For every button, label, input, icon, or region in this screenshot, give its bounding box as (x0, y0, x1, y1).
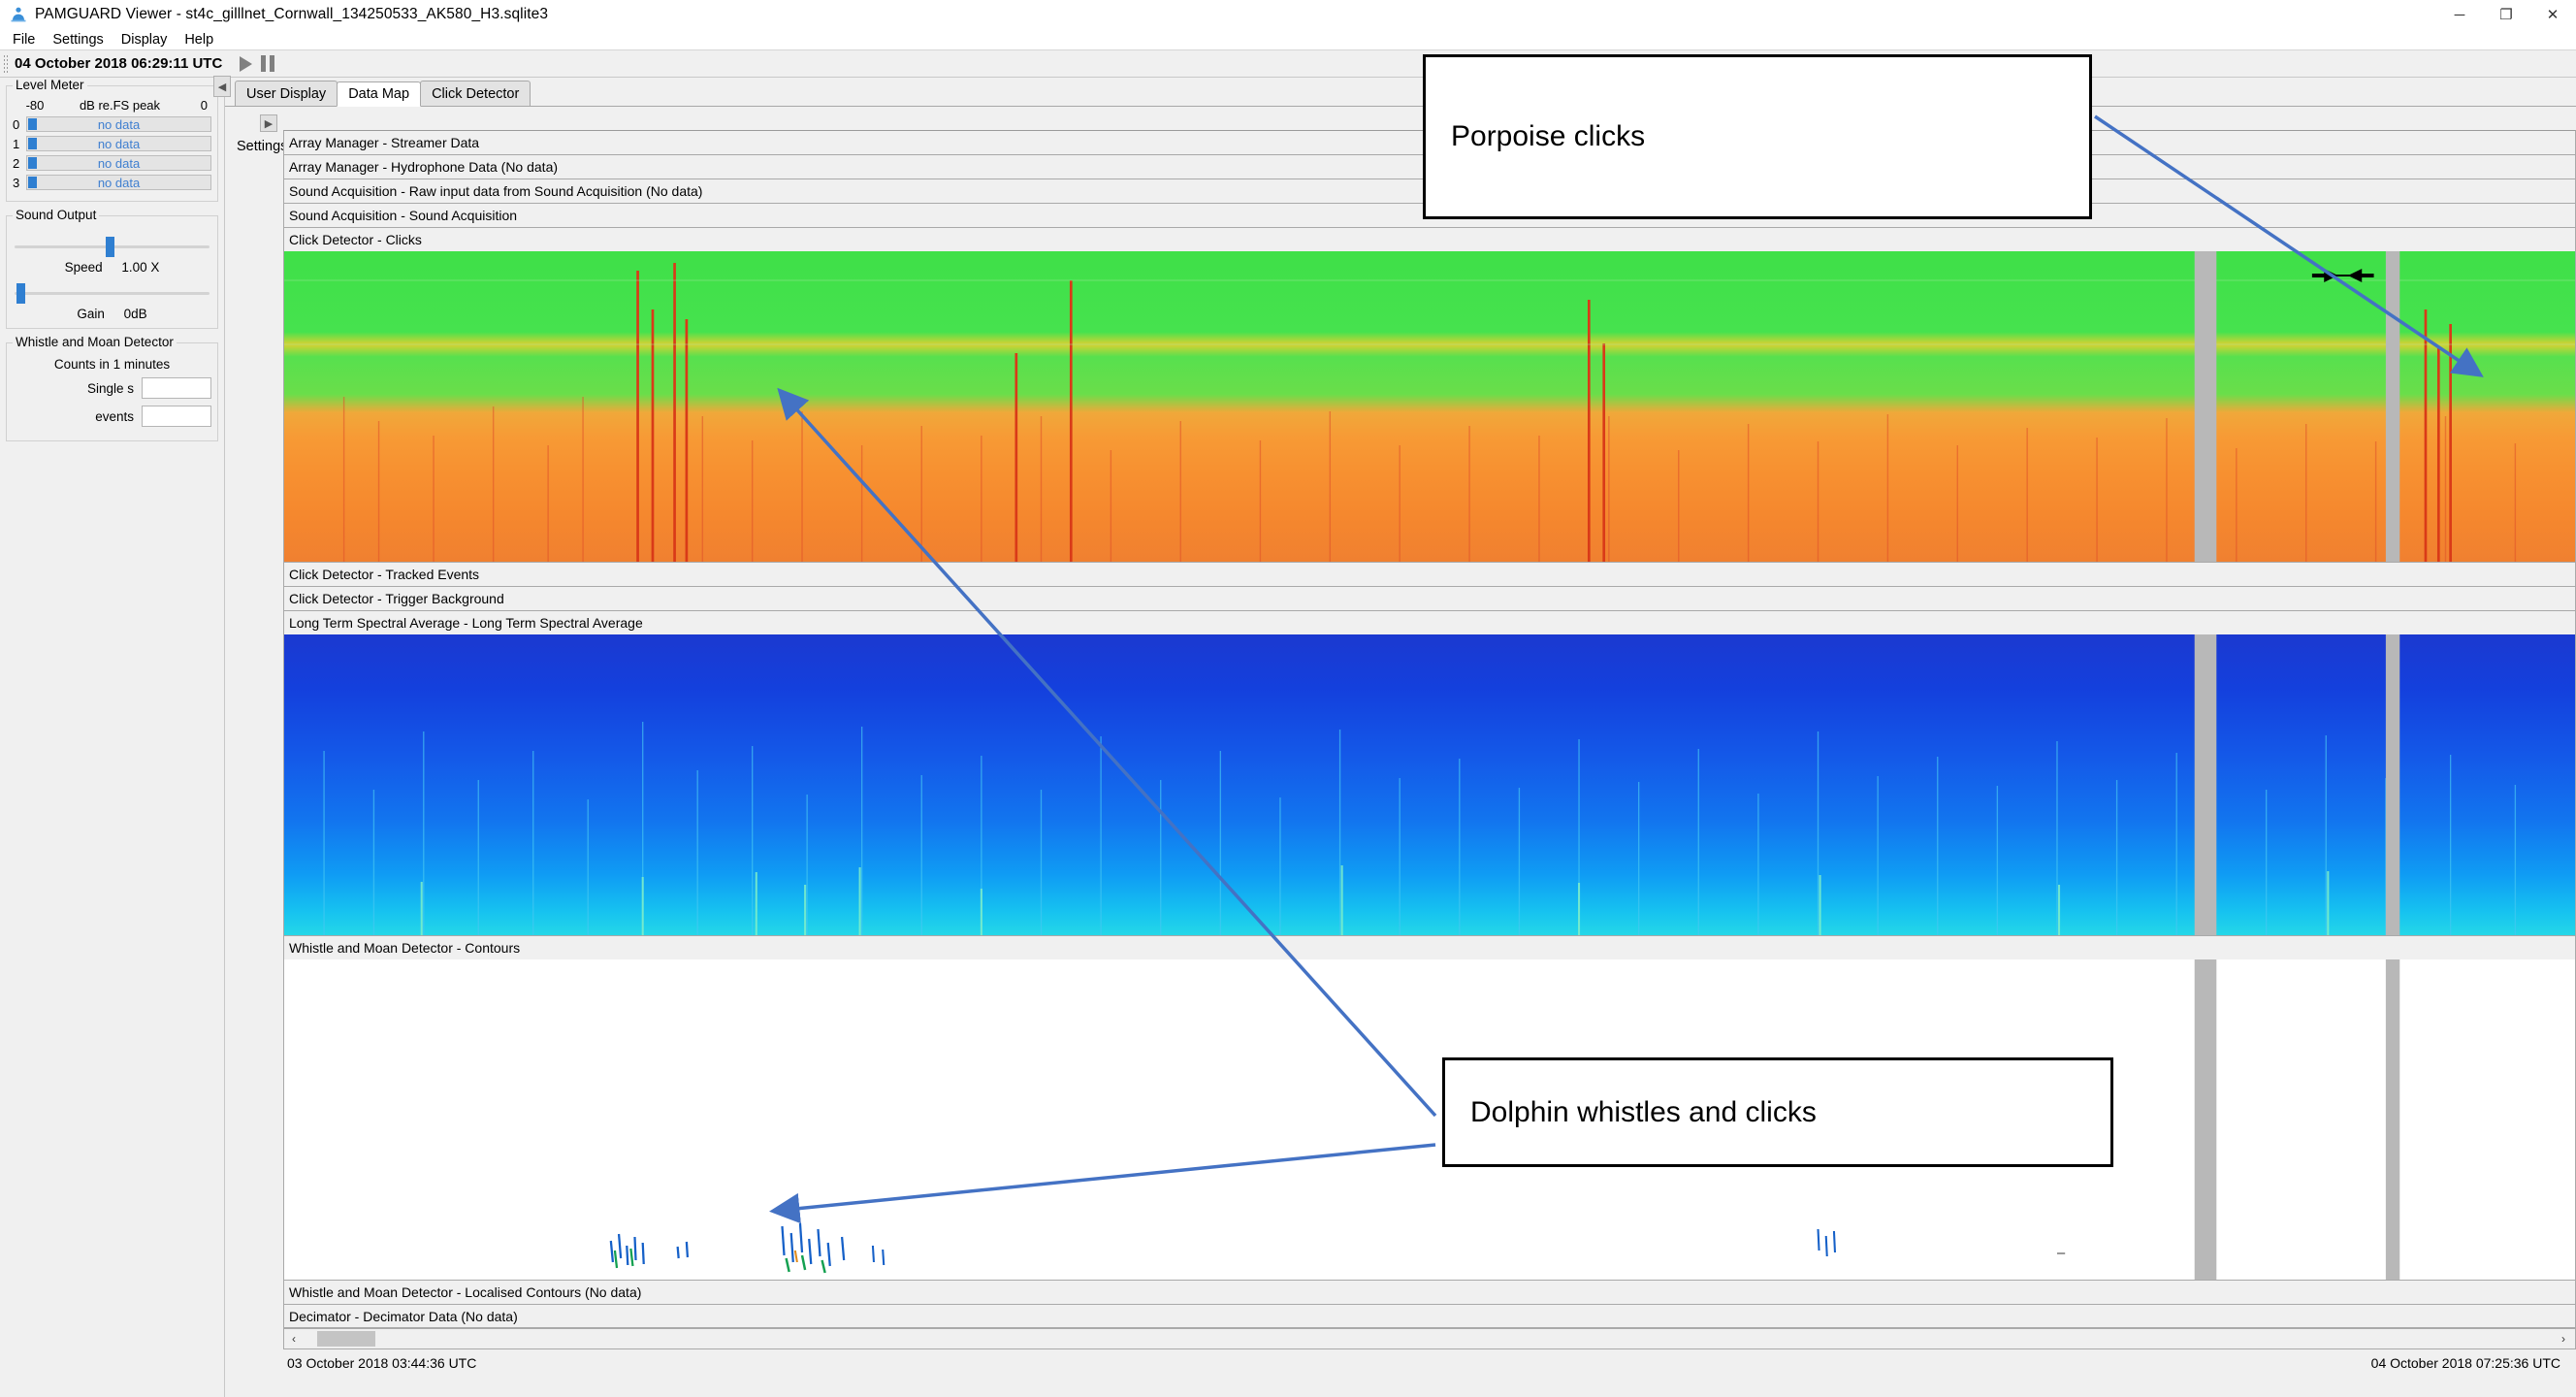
close-button[interactable]: ✕ (2529, 0, 2576, 29)
gain-slider[interactable] (15, 280, 209, 306)
speed-row: Speed 1.00 X (13, 260, 211, 275)
time-end-label: 04 October 2018 07:25:36 UTC (2370, 1355, 2560, 1371)
left-sidebar: Level Meter -80 dB re.FS peak 0 0 no dat… (0, 78, 225, 1397)
toolbar-grip[interactable] (3, 53, 9, 74)
events-label: events (95, 408, 134, 424)
menu-settings[interactable]: Settings (44, 29, 112, 50)
channel-level-bar[interactable]: no data (26, 175, 211, 190)
datamap-row-trigger-background[interactable]: Click Detector - Trigger Background (283, 586, 2576, 610)
datamap-row-localised-contours[interactable]: Whistle and Moan Detector - Localised Co… (283, 1280, 2576, 1304)
main-area: Level Meter -80 dB re.FS peak 0 0 no dat… (0, 76, 2576, 1397)
time-range-strip: 03 October 2018 03:44:36 UTC 04 October … (283, 1349, 2576, 1377)
tab-click-detector[interactable]: Click Detector (420, 81, 531, 106)
channel-index: 3 (13, 175, 20, 190)
chevron-right-icon[interactable]: ▶ (260, 114, 277, 132)
callout-dolphin-text: Dolphin whistles and clicks (1470, 1095, 1817, 1128)
datamap-row-tracked-events[interactable]: Click Detector - Tracked Events (283, 562, 2576, 586)
level-meter-row: 1 no data (13, 136, 211, 151)
callout-porpoise-clicks: Porpoise clicks (1423, 54, 2092, 219)
data-map-rows: Array Manager - Streamer Data Array Mana… (283, 130, 2576, 1397)
gain-slider-thumb[interactable] (16, 283, 25, 304)
menu-file[interactable]: File (4, 29, 44, 50)
tab-user-display[interactable]: User Display (235, 81, 338, 106)
datamap-row-decimator[interactable]: Decimator - Decimator Data (No data) (283, 1304, 2576, 1328)
ltsa-spectrogram[interactable]: kHz 100 0 (283, 634, 2576, 935)
gain-slider-track (15, 292, 209, 295)
contours-panel[interactable]: kHz 40 20 0 (283, 959, 2576, 1280)
clicks-spectrogram[interactable]: kHz 100 0 (283, 251, 2576, 562)
clicks-spectrogram-canvas (284, 251, 2575, 562)
level-meter-max: 0 (200, 98, 208, 113)
level-meter-row: 0 no data (13, 116, 211, 132)
counts-label: Counts in 1 minutes (53, 357, 171, 372)
gain-row: Gain 0dB (13, 307, 211, 321)
speed-label: Speed (64, 260, 103, 275)
scroll-left-arrow[interactable]: ‹ (284, 1332, 304, 1346)
settings-label: Settings (237, 139, 288, 154)
channel-status-text: no data (97, 155, 141, 171)
level-meter-unit: dB re.FS peak (79, 98, 161, 113)
maximize-button[interactable]: ❐ (2483, 0, 2529, 29)
ltsa-spectrogram-canvas (284, 634, 2575, 935)
channel-status-text: no data (97, 175, 141, 190)
sound-output-panel: Sound Output Speed 1.00 X Gain 0dB (6, 208, 218, 329)
tab-bar: ◀ User Display Data Map Click Detector (213, 76, 2576, 107)
single-sounds-row: Single s (13, 377, 211, 399)
pause-icon[interactable] (261, 55, 275, 72)
level-meter-title: Level Meter (13, 78, 87, 92)
level-meter-panel: Level Meter -80 dB re.FS peak 0 0 no dat… (6, 78, 218, 202)
datamap-row-clicks[interactable]: Click Detector - Clicks (283, 227, 2576, 251)
speed-slider-thumb[interactable] (106, 237, 115, 257)
pamguard-app-icon (8, 4, 29, 25)
window-title: PAMGUARD Viewer - st4c_gilllnet_Cornwall… (35, 6, 549, 22)
horizontal-scrollbar[interactable]: ‹ › (283, 1328, 2576, 1349)
playback-clock: 04 October 2018 06:29:11 UTC (15, 55, 223, 72)
channel-index: 2 (13, 155, 20, 171)
menu-bar: File Settings Display Help (0, 29, 2576, 50)
whistle-moan-title: Whistle and Moan Detector (13, 335, 177, 349)
speed-value: 1.00 X (121, 260, 160, 275)
callout-porpoise-text: Porpoise clicks (1451, 120, 1646, 152)
window-controls: ─ ❐ ✕ (2436, 0, 2576, 29)
scroll-thumb[interactable] (317, 1331, 375, 1347)
level-meter-header: -80 dB re.FS peak 0 (13, 98, 211, 116)
channel-index: 0 (13, 116, 20, 132)
status-strip: 04 October 2018 06:29:11 UTC (0, 50, 2576, 78)
speed-slider[interactable] (15, 234, 209, 259)
single-sounds-label: Single s (86, 380, 134, 396)
content-area: ◀ User Display Data Map Click Detector ▶… (213, 76, 2576, 1397)
channel-level-bar[interactable]: no data (26, 116, 211, 132)
single-sounds-field[interactable] (142, 377, 211, 399)
level-meter-row: 2 no data (13, 155, 211, 171)
sound-output-title: Sound Output (13, 208, 100, 222)
channel-status-text: no data (97, 136, 141, 151)
channel-level-bar[interactable]: no data (26, 155, 211, 171)
play-icon[interactable] (240, 55, 253, 72)
tab-data-map[interactable]: Data Map (337, 81, 422, 107)
channel-level-bar[interactable]: no data (26, 136, 211, 151)
level-meter-row: 3 no data (13, 175, 211, 190)
events-field[interactable] (142, 406, 211, 427)
menu-help[interactable]: Help (176, 29, 222, 50)
menu-display[interactable]: Display (113, 29, 177, 50)
transport-controls (240, 55, 275, 72)
gain-label: Gain (77, 307, 105, 321)
datamap-row-ltsa[interactable]: Long Term Spectral Average - Long Term S… (283, 610, 2576, 634)
chevron-left-icon[interactable]: ◀ (213, 76, 231, 97)
contours-canvas (284, 959, 2575, 1280)
events-row: events (13, 406, 211, 427)
channel-status-text: no data (97, 116, 141, 132)
whistle-moan-panel: Whistle and Moan Detector Counts in 1 mi… (6, 335, 218, 441)
data-map-view: ▶ Settings Array Manager - Streamer Data… (225, 107, 2576, 1397)
time-start-label: 03 October 2018 03:44:36 UTC (287, 1355, 477, 1371)
callout-dolphin-whistles: Dolphin whistles and clicks (1442, 1057, 2113, 1167)
datamap-row-contours[interactable]: Whistle and Moan Detector - Contours (283, 935, 2576, 959)
channel-index: 1 (13, 136, 20, 151)
minimize-button[interactable]: ─ (2436, 0, 2483, 29)
scroll-right-arrow[interactable]: › (2554, 1332, 2573, 1346)
level-meter-min: -80 (25, 98, 45, 113)
title-bar: PAMGUARD Viewer - st4c_gilllnet_Cornwall… (0, 0, 2576, 29)
gain-value: 0dB (123, 307, 147, 321)
